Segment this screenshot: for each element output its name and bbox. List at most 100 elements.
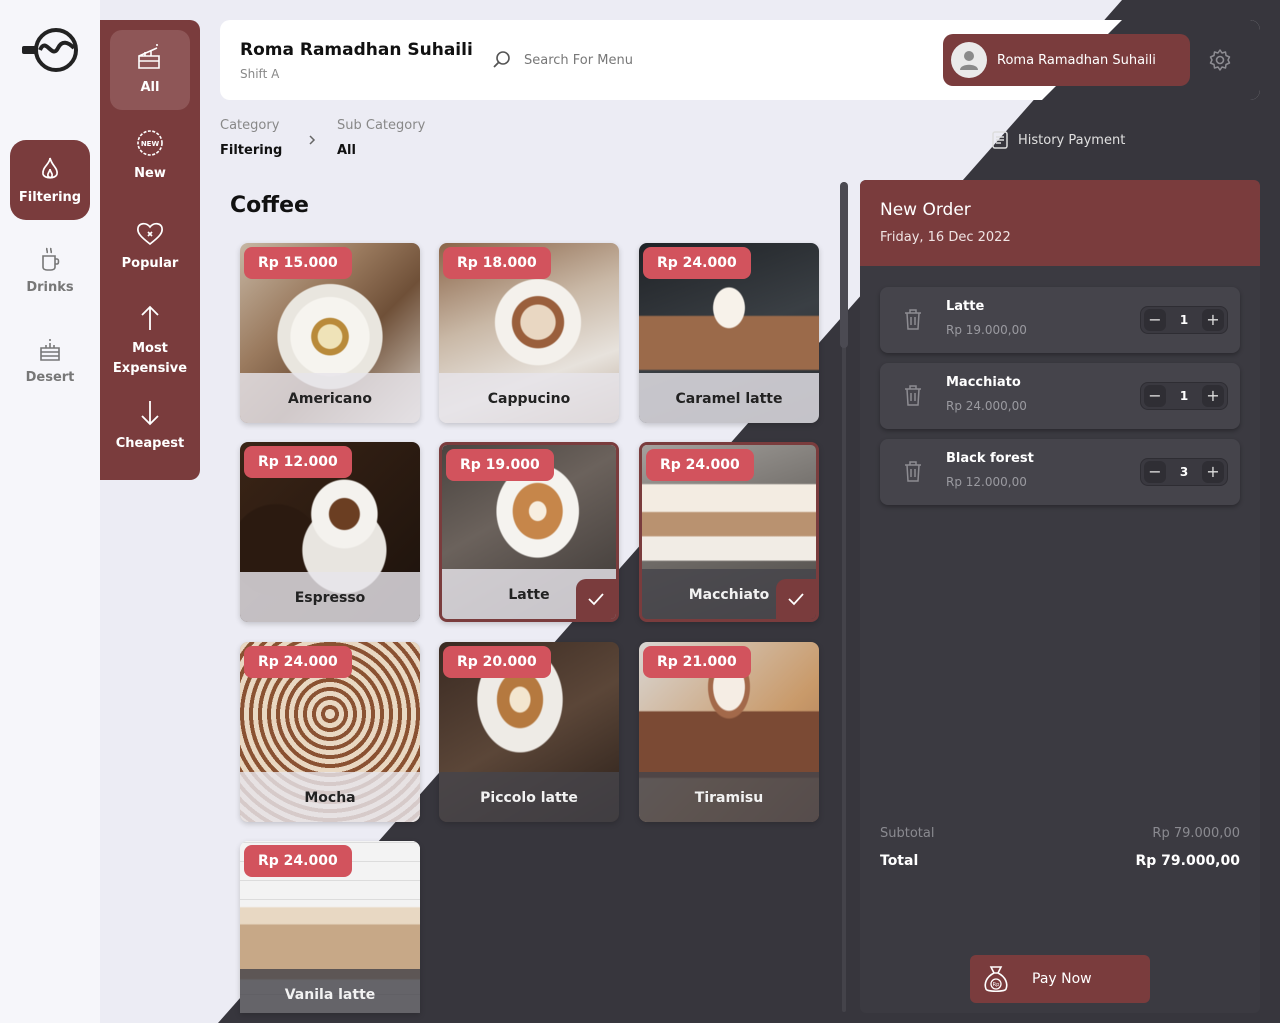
check-icon	[588, 593, 604, 606]
increment-button[interactable]: +	[1201, 461, 1224, 483]
decrement-button[interactable]: −	[1144, 461, 1166, 483]
product-card-mocha[interactable]: Rp 24.000 Mocha	[240, 642, 420, 822]
order-item-name: Macchiato	[946, 375, 1021, 390]
rail-item-filtering[interactable]: Filtering	[10, 140, 90, 220]
filter-label: Cheapest	[115, 436, 185, 451]
quantity-value: 3	[1179, 465, 1189, 479]
product-name: Cappucino	[439, 373, 619, 423]
product-card-tiramisu[interactable]: Rp 21.000 Tiramisu	[639, 642, 819, 822]
product-name: Tiramisu	[639, 772, 819, 822]
subtotal-label: Subtotal	[880, 826, 935, 841]
product-name: Americano	[240, 373, 420, 423]
order-item-price: Rp 12.000,00	[946, 475, 1027, 489]
order-header: New Order Friday, 16 Dec 2022	[860, 180, 1260, 266]
history-payment-link[interactable]: History Payment	[990, 130, 1125, 150]
history-label: History Payment	[1018, 132, 1126, 148]
price-badge: Rp 24.000	[244, 845, 352, 877]
filter-label: All	[140, 80, 160, 95]
filter-panel: All NEW New Popular Most Expensive Cheap…	[100, 20, 200, 480]
price-badge: Rp 15.000	[244, 247, 352, 279]
money-bag-icon: Rp	[984, 966, 1008, 993]
product-card-americano[interactable]: Rp 15.000 Americano	[240, 243, 420, 423]
cashier-name: Roma Ramadhan Suhaili	[240, 40, 473, 60]
filter-cheapest[interactable]: Cheapest	[110, 398, 190, 454]
cashier-shift: Shift A	[240, 67, 280, 81]
product-card-espresso[interactable]: Rp 12.000 Espresso	[240, 442, 420, 622]
heart-icon	[137, 222, 163, 246]
check-icon	[788, 593, 804, 606]
product-card-piccolo-latte[interactable]: Rp 20.000 Piccolo latte	[439, 642, 619, 822]
search-input[interactable]	[524, 48, 824, 72]
product-card-latte[interactable]: Rp 19.000 Latte	[439, 442, 619, 622]
product-card-caramel-latte[interactable]: Rp 24.000 Caramel latte	[639, 243, 819, 423]
increment-button[interactable]: +	[1201, 309, 1224, 331]
svg-text:NEW: NEW	[141, 140, 160, 148]
order-date: Friday, 16 Dec 2022	[880, 230, 1011, 245]
top-header: Roma Ramadhan Suhaili Shift A Roma Ramad…	[220, 20, 1260, 100]
filter-label: Popular	[121, 256, 179, 271]
breadcrumb-label: Sub Category	[337, 118, 426, 133]
increment-button[interactable]: +	[1201, 385, 1224, 407]
price-badge: Rp 24.000	[244, 646, 352, 678]
product-card-cappucino[interactable]: Rp 18.000 Cappucino	[439, 243, 619, 423]
price-badge: Rp 24.000	[643, 247, 751, 279]
pay-now-button[interactable]: Rp Pay Now	[970, 955, 1150, 1003]
pay-now-label: Pay Now	[1032, 971, 1092, 987]
price-badge: Rp 24.000	[646, 449, 754, 481]
trash-icon[interactable]	[902, 307, 924, 331]
search-icon[interactable]	[492, 50, 512, 70]
breadcrumb-subcategory[interactable]: Sub Category All	[337, 118, 425, 158]
rail-item-label: Filtering	[18, 189, 82, 205]
filter-all[interactable]: All	[110, 30, 190, 110]
filter-label: Most Expensive	[112, 341, 188, 376]
account-button[interactable]: Roma Ramadhan Suhaili	[943, 34, 1190, 86]
product-name: Mocha	[240, 772, 420, 822]
selected-indicator	[776, 579, 816, 619]
user-icon	[960, 51, 978, 70]
cake-slice-icon	[138, 44, 160, 69]
breadcrumb-value: Filtering	[220, 143, 283, 158]
price-badge: Rp 20.000	[443, 646, 551, 678]
rail-item-label: Desert	[25, 369, 75, 385]
account-name: Roma Ramadhan Suhaili	[997, 52, 1156, 68]
new-badge-icon: NEW	[137, 130, 163, 156]
rail-item-label: Drinks	[26, 279, 74, 295]
product-name: Vanila latte	[240, 969, 420, 1013]
quantity-stepper: − 1 +	[1140, 382, 1228, 410]
breadcrumb-value: All	[337, 143, 356, 158]
main-sidebar: Filtering Drinks Desert	[0, 0, 100, 1023]
product-card-vanila-latte[interactable]: Rp 24.000 Vanila latte	[240, 841, 420, 1013]
rail-item-desert[interactable]: Desert	[10, 320, 90, 400]
decrement-button[interactable]: −	[1144, 309, 1166, 331]
order-title: New Order	[880, 200, 971, 220]
order-item-price: Rp 24.000,00	[946, 399, 1027, 413]
selected-indicator	[576, 579, 616, 619]
product-card-macchiato[interactable]: Rp 24.000 Macchiato	[639, 442, 819, 622]
quantity-value: 1	[1179, 389, 1189, 403]
scrollbar-thumb[interactable]	[840, 182, 848, 348]
order-item-name: Latte	[946, 299, 985, 314]
filter-popular[interactable]: Popular	[110, 218, 190, 274]
trash-icon[interactable]	[902, 383, 924, 407]
trash-icon[interactable]	[902, 459, 924, 483]
gear-icon[interactable]	[1208, 48, 1232, 72]
decrement-button[interactable]: −	[1144, 385, 1166, 407]
filter-most-expensive[interactable]: Most Expensive	[110, 303, 190, 379]
rail-item-drinks[interactable]: Drinks	[10, 230, 90, 310]
order-panel: New Order Friday, 16 Dec 2022 Latte Rp 1…	[860, 180, 1260, 1013]
order-item-name: Black forest	[946, 451, 1034, 466]
avatar	[951, 42, 987, 78]
order-item: Macchiato Rp 24.000,00 − 1 +	[880, 363, 1240, 429]
section-title: Coffee	[230, 193, 309, 218]
quantity-value: 1	[1179, 313, 1189, 327]
filter-new[interactable]: NEW New	[110, 128, 190, 184]
price-badge: Rp 18.000	[443, 247, 551, 279]
cup-icon	[42, 247, 60, 271]
breadcrumb-category[interactable]: Category Filtering	[220, 118, 282, 158]
product-name: Piccolo latte	[439, 772, 619, 822]
cake-icon	[40, 338, 60, 361]
app-logo	[20, 26, 80, 74]
price-badge: Rp 12.000	[244, 446, 352, 478]
order-item: Latte Rp 19.000,00 − 1 +	[880, 287, 1240, 353]
price-badge: Rp 19.000	[446, 449, 554, 481]
